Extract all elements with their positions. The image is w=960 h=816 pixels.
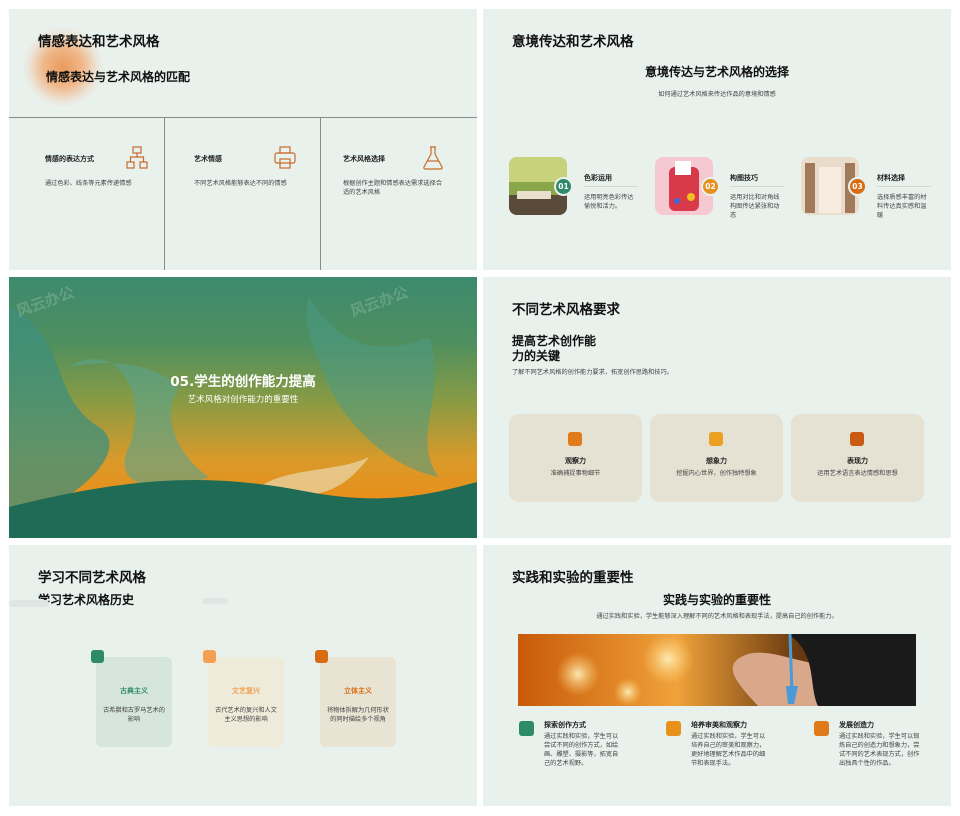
item-desc: 运用明亮色彩传达愉悦和活力。 (584, 194, 634, 210)
number-badge: 01 (554, 177, 573, 196)
ability-card[interactable]: 观察力 准确捕捉事物细节 (509, 414, 642, 502)
ability-card[interactable]: 想象力 挖掘内心世界，创作独特想象 (650, 414, 783, 502)
card-label: 观察力 (565, 457, 586, 465)
item-desc: 运用对比和对角线构图传达紧张和动态 (730, 194, 780, 219)
gallery-icon (850, 432, 864, 446)
card-desc: 挖掘内心世界，创作独特想象 (676, 470, 757, 477)
column-label: 艺术风格选择 (343, 155, 385, 163)
palette-icon (519, 721, 534, 736)
item-label: 构图技巧 (730, 174, 758, 182)
card-desc: 准确捕捉事物细节 (550, 470, 601, 477)
item-desc: 选择质感丰富的材料传达真实感和温暖 (877, 194, 927, 219)
divider (877, 186, 931, 187)
item-label: 探索创作方式 (544, 721, 586, 729)
column-label: 艺术情感 (194, 155, 222, 163)
card-label: 文艺复兴 (232, 687, 260, 695)
cover-title: 05.学生的创作能力提高 (170, 374, 316, 390)
marker-square (203, 650, 216, 663)
section-heading: 意境传达与艺术风格的选择 (644, 65, 789, 79)
divider (730, 186, 784, 187)
item-label: 发展创造力 (839, 721, 874, 729)
slide-subtitle: 学习艺术风格历史 (38, 593, 135, 607)
card-label: 立体主义 (344, 687, 372, 695)
slide-subtitle: 情感表达与艺术风格的匹配 (46, 70, 191, 84)
column-desc: 通过色彩、线条等元素传递情感 (45, 180, 132, 187)
item-label: 培养审美和观察力 (691, 721, 747, 729)
slide-title: 情感表达和艺术风格 (38, 34, 160, 50)
slide-section-cover[interactable]: 风云办公 风云办公 05.学生的创作能力提高 艺术风格对创作能力的重要性 (9, 277, 477, 538)
eye-icon (666, 721, 681, 736)
ability-card[interactable]: 表现力 运用艺术语言表达情感和思想 (791, 414, 924, 502)
divider (584, 186, 638, 187)
number-badge: 02 (701, 177, 720, 196)
slide-title: 学习不同艺术风格 (38, 570, 146, 586)
card-label: 古典主义 (120, 687, 148, 695)
cover-subtitle: 艺术风格对创作能力的重要性 (187, 395, 299, 405)
banner-photo (518, 634, 916, 706)
slide-learn-styles[interactable]: 学习不同艺术风格 学习艺术风格历史 古典主义 古希腊和古罗马艺术的影响 文艺复兴… (9, 545, 477, 806)
marker-square (91, 650, 104, 663)
flask-icon (423, 146, 443, 170)
card-desc: 古希腊和古罗马艺术的影响 (103, 707, 165, 723)
camera-icon (709, 432, 723, 446)
section-desc: 了解不同艺术风格的创作能力要求，拓宽创作思路和技巧。 (512, 369, 673, 376)
column-desc: 根据创作主题和情感表达需求选择合适的艺术风格 (343, 180, 442, 196)
slide-title: 实践和实验的重要性 (512, 570, 634, 586)
item-desc: 通过实践和实验，学生可以锻炼自己的创造力和想象力，尝试不同的艺术表现方式，创作出… (839, 733, 920, 767)
card-desc: 运用艺术语言表达情感和思想 (817, 470, 898, 477)
style-card[interactable]: 文艺复兴 古代艺术的复兴和人文主义思想的影响 (208, 657, 284, 747)
item-label: 色彩运用 (584, 174, 612, 182)
item-label: 材料选择 (877, 174, 905, 182)
hierarchy-icon (126, 146, 148, 169)
heading-line: 提高艺术创作能 (512, 334, 597, 348)
printer-icon (274, 146, 296, 169)
marker-square (315, 650, 328, 663)
slide-emotion-style[interactable]: 情感表达和艺术风格 情感表达与艺术风格的匹配 情感的表达方式 通过色彩、线条等元… (9, 9, 477, 270)
slide-title: 不同艺术风格要求 (512, 302, 620, 318)
column-label: 情感的表达方式 (45, 155, 94, 163)
divider-horizontal (9, 117, 477, 118)
column-desc: 不同艺术风格能够表达不同的情感 (194, 180, 287, 187)
section-heading: 实践与实验的重要性 (662, 593, 771, 607)
number-badge: 03 (848, 177, 867, 196)
style-card[interactable]: 立体主义 将物体拆解为几何形状的同时描绘多个视角 (320, 657, 396, 747)
card-desc: 将物体拆解为几何形状的同时描绘多个视角 (327, 707, 389, 723)
card-desc: 古代艺术的复兴和人文主义思想的影响 (215, 707, 277, 723)
briefcase-icon (568, 432, 582, 446)
section-heading: 提高艺术创作能 力的关键 (512, 334, 596, 364)
paint-splash-art (9, 297, 477, 538)
section-desc: 通过实践和实验，学生能够深入理解不同的艺术风格和表现手法，提高自己的创作能力。 (596, 613, 838, 620)
slide-mood-style[interactable]: 意境传达和艺术风格 意境传达与艺术风格的选择 如何通过艺术风格来传达作品的意境和… (483, 9, 951, 270)
divider-vertical (320, 117, 321, 270)
idea-icon (814, 721, 829, 736)
item-desc: 通过实践和实验，学生可以培养自己的审美和观察力，更好地理解艺术作品中的细节和表现… (691, 733, 766, 767)
item-desc: 通过实践和实验，学生可以尝试不同的创作方式，如绘画、雕塑、摄影等，拓宽自己的艺术… (544, 733, 619, 767)
slide-title: 意境传达和艺术风格 (512, 34, 634, 50)
card-label: 想象力 (706, 457, 727, 465)
card-label: 表现力 (847, 457, 868, 465)
slide-style-requirements[interactable]: 不同艺术风格要求 提高艺术创作能 力的关键 了解不同艺术风格的创作能力要求，拓宽… (483, 277, 951, 538)
slide-practice[interactable]: 实践和实验的重要性 实践与实验的重要性 通过实践和实验，学生能够深入理解不同的艺… (483, 545, 951, 806)
heading-line: 力的关键 (512, 349, 561, 363)
style-card[interactable]: 古典主义 古希腊和古罗马艺术的影响 (96, 657, 172, 747)
decorative-bar (202, 598, 228, 604)
divider-vertical (164, 117, 165, 270)
section-desc: 如何通过艺术风格来传达作品的意境和情感 (658, 91, 776, 98)
decorative-bar (9, 600, 49, 607)
